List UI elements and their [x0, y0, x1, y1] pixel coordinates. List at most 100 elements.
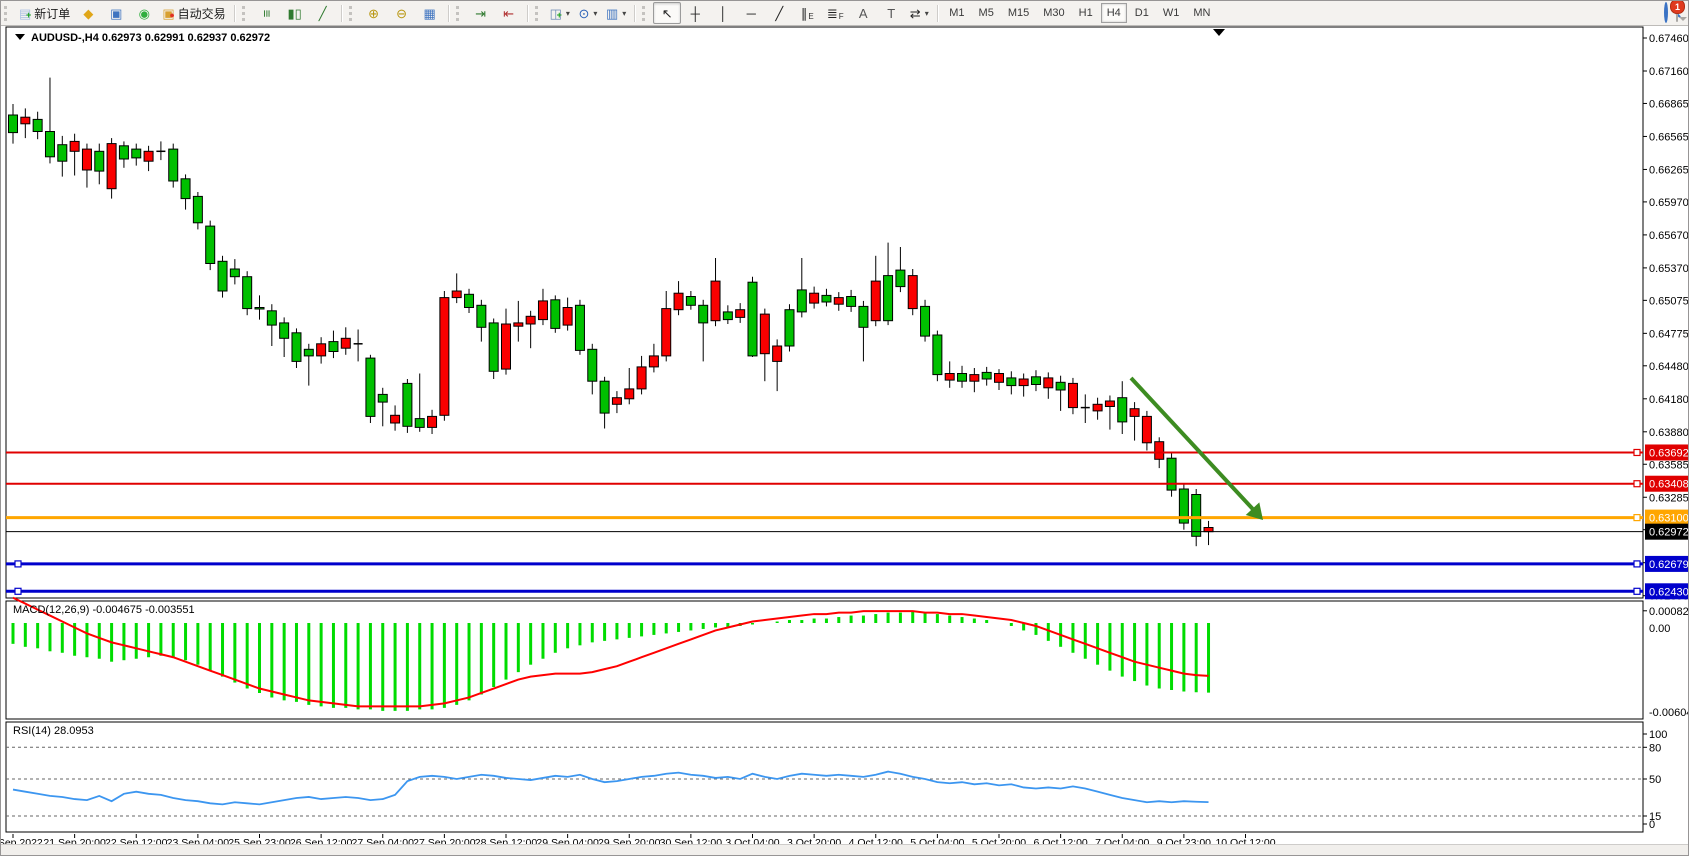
price-axis-label: 0.65370 — [1649, 263, 1689, 275]
text-icon: A — [859, 7, 868, 20]
bar-chart-icon[interactable]: ≡ — [253, 2, 281, 24]
support-line-blue-2-right-handle[interactable] — [1634, 588, 1640, 594]
zoom-in-button[interactable]: ⊕ — [360, 2, 388, 24]
resistance-line-1-price-badge-label: 0.63692 — [1649, 447, 1689, 459]
support-line-blue-1-right-handle[interactable] — [1634, 561, 1640, 567]
timeframe-button-mn[interactable]: MN — [1187, 3, 1216, 23]
price-axis-label: 0.66265 — [1649, 164, 1689, 176]
template-icon: ▥ — [606, 7, 618, 20]
price-axis-label: 0.64180 — [1649, 394, 1689, 406]
support-line-orange-right-handle[interactable] — [1634, 515, 1640, 521]
main-panel[interactable] — [6, 27, 1643, 598]
dropdown-caret-icon: ▾ — [593, 9, 597, 18]
metaeditor-icon: ◆ — [83, 7, 93, 20]
price-axis-label: 0.65075 — [1649, 295, 1689, 307]
search-button[interactable] — [1664, 4, 1668, 22]
tile-windows-icon[interactable]: ▦ — [416, 2, 444, 24]
toolbar-separator — [634, 5, 635, 22]
autotrading-button-label: 自动交易 — [178, 5, 226, 22]
price-axis-label: 0.64480 — [1649, 361, 1689, 373]
zoom-in-icon: ⊕ — [368, 7, 379, 20]
toolbar-separator — [527, 5, 528, 22]
timeframe-button-m15[interactable]: M15 — [1002, 3, 1035, 23]
template-icon[interactable]: ▥▾ — [602, 2, 630, 24]
price-axis-label: 0.67460 — [1649, 33, 1689, 45]
macd-axis-min: -0.006044 — [1649, 707, 1689, 719]
support-line-blue-2-left-handle[interactable] — [15, 588, 21, 594]
text-label-icon: T — [887, 7, 895, 20]
auto-scroll-icon[interactable]: ⇥ — [467, 2, 495, 24]
toolbar-grip — [242, 6, 249, 21]
resistance-line-2-price-badge-label: 0.63408 — [1649, 479, 1689, 491]
trendline-icon[interactable]: ╱ — [765, 2, 793, 24]
price-axis-label: 0.63285 — [1649, 492, 1689, 504]
terminal-window: ▤+新订单◆▣◉▣●自动交易≡▮▯╱⊕⊖▦⇥⇤◫+▾⊙▾▥▾↖┼│─╱∥E≣FA… — [0, 0, 1689, 856]
support-line-blue-1-left-handle[interactable] — [15, 561, 21, 567]
macd-panel[interactable] — [6, 601, 1643, 719]
price-axis-label: 0.63880 — [1649, 427, 1689, 439]
status-bar — [1, 844, 1688, 855]
candlestick-chart-icon[interactable]: ▮▯ — [281, 2, 309, 24]
terminal-icon[interactable]: ▣ — [102, 2, 130, 24]
fibonacci-icon[interactable]: ≣F — [821, 2, 849, 24]
arrows-tool-icon[interactable]: ⇄▾ — [905, 2, 933, 24]
toolbar-grip — [349, 6, 356, 21]
timeframe-button-h4[interactable]: H4 — [1101, 3, 1127, 23]
dropdown-caret-icon: ▾ — [925, 9, 929, 18]
search-icon — [1664, 2, 1668, 23]
rsi-axis-label: 50 — [1649, 774, 1661, 786]
vertical-line-icon[interactable]: │ — [709, 2, 737, 24]
signals-icon: ◉ — [139, 7, 150, 20]
rsi-axis-label: 100 — [1649, 729, 1667, 741]
support-line-orange-price-badge-label: 0.63100 — [1649, 513, 1689, 525]
support-line-blue-2-price-badge-label: 0.62430 — [1649, 586, 1689, 598]
price-axis-label: 0.66865 — [1649, 98, 1689, 110]
toolbar-grip — [456, 6, 463, 21]
crosshair-icon[interactable]: ┼ — [681, 2, 709, 24]
line-chart-icon[interactable]: ╱ — [309, 2, 337, 24]
channel-icon: ∥ — [801, 7, 808, 20]
autotrading-button[interactable]: ▣●自动交易 — [158, 2, 229, 24]
timeframe-button-w1[interactable]: W1 — [1157, 3, 1186, 23]
timeframe-button-h1[interactable]: H1 — [1073, 3, 1099, 23]
channel-icon[interactable]: ∥E — [793, 2, 821, 24]
toolbar-separator — [234, 5, 235, 22]
profiles-icon[interactable]: ⊙▾ — [574, 2, 602, 24]
notification-count-badge: 1 — [1670, 0, 1685, 14]
text-icon[interactable]: A — [849, 2, 877, 24]
rsi-label: RSI(14) 28.0953 — [13, 725, 94, 737]
resistance-line-2-right-handle[interactable] — [1634, 481, 1640, 487]
candlestick-chart-icon: ▮▯ — [287, 7, 301, 20]
price-axis-label: 0.66565 — [1649, 131, 1689, 143]
overlay-mark-icon: + — [26, 11, 31, 20]
price-chart[interactable]: 0.674600.671600.668650.665650.662650.659… — [1, 1, 1689, 847]
horizontal-line-icon[interactable]: ─ — [737, 2, 765, 24]
resistance-line-1-right-handle[interactable] — [1634, 449, 1640, 455]
signals-icon[interactable]: ◉ — [130, 2, 158, 24]
cursor-icon: ↖ — [662, 7, 673, 20]
text-label-icon[interactable]: T — [877, 2, 905, 24]
timeframe-button-m5[interactable]: M5 — [973, 3, 1000, 23]
new-order-button-label: 新订单 — [34, 5, 70, 22]
macd-axis-zero: 0.00 — [1649, 623, 1670, 635]
new-chart-button[interactable]: ◫+▾ — [546, 2, 574, 24]
metaeditor-icon[interactable]: ◆ — [74, 2, 102, 24]
timeframe-button-m1[interactable]: M1 — [943, 3, 970, 23]
line-chart-icon: ╱ — [319, 7, 327, 20]
timeframe-button-m30[interactable]: M30 — [1037, 3, 1070, 23]
auto-scroll-icon: ⇥ — [475, 7, 486, 20]
dropdown-caret-icon: ▾ — [566, 9, 570, 18]
chart-shift-icon[interactable]: ⇤ — [495, 2, 523, 24]
tool-letter: F — [839, 12, 844, 21]
cursor-icon[interactable]: ↖ — [653, 2, 681, 24]
fibonacci-icon: ≣ — [827, 7, 838, 20]
price-axis-label: 0.65670 — [1649, 230, 1689, 242]
timeframe-button-d1[interactable]: D1 — [1129, 3, 1155, 23]
tool-letter: E — [808, 12, 813, 21]
zoom-out-icon: ⊖ — [396, 7, 407, 20]
zoom-out-button[interactable]: ⊖ — [388, 2, 416, 24]
notifications-button[interactable]: 1 — [1676, 4, 1678, 22]
profiles-icon: ⊙ — [578, 7, 589, 20]
new-order-button[interactable]: ▤+新订单 — [15, 2, 74, 24]
toolbar-grip — [4, 6, 11, 21]
